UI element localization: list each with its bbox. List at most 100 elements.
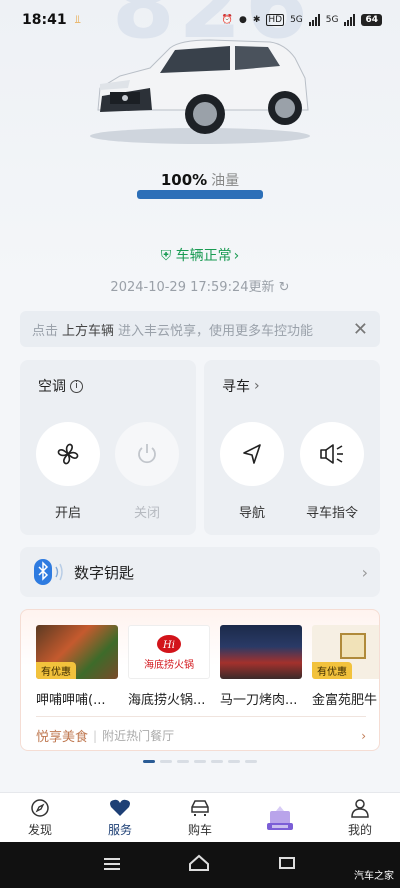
hd-icon: HD <box>266 14 285 26</box>
food-footer-link[interactable]: 悦享美食 | 附近热门餐厅 › <box>36 726 366 746</box>
food-item[interactable]: Hi 海底捞火锅 海底捞火锅... <box>128 625 210 708</box>
tip-highlight: 上方车辆 <box>62 323 115 339</box>
tab-discover[interactable]: 发现 <box>0 793 80 842</box>
navigation-arrow-icon <box>243 444 261 464</box>
ac-on-label: 开启 <box>54 506 81 521</box>
food-image: 有优惠 <box>312 625 379 679</box>
fuel-value: 100% <box>160 171 208 189</box>
food-name: 马一刀烤肉... <box>220 693 298 708</box>
chevron-right-icon: › <box>361 728 366 743</box>
signal-icon <box>308 14 320 26</box>
food-item[interactable]: 有优惠 呷哺呷哺(... <box>36 625 118 708</box>
coupon-badge: 有优惠 <box>312 662 352 679</box>
digital-key-row[interactable]: 数字钥匙 › <box>20 547 380 597</box>
alarm-icon: ⏰ <box>221 15 233 25</box>
navigate-label: 导航 <box>238 506 265 521</box>
refresh-icon[interactable]: ↻ <box>279 280 290 295</box>
fuel-bar-fill <box>137 190 263 199</box>
navigate-button[interactable] <box>220 422 284 486</box>
food-image: Hi 海底捞火锅 <box>128 625 210 679</box>
ac-title: 空调 <box>38 379 66 395</box>
food-recommendation-card: 有优惠 呷哺呷哺(... Hi 海底捞火锅 海底捞火锅... 马一刀烤肉... … <box>20 609 380 751</box>
ac-on-button[interactable] <box>36 422 100 486</box>
food-image: 有优惠 <box>36 625 118 679</box>
fuel-readout: 100% 油量 <box>0 170 400 190</box>
signal-icon-2 <box>344 14 356 26</box>
tab-label: 发现 <box>27 823 52 837</box>
chevron-right-icon: › <box>361 562 368 582</box>
home-icon[interactable] <box>188 854 210 876</box>
tab-label: 购车 <box>187 823 212 837</box>
divider <box>36 716 366 717</box>
battery-indicator: 64 <box>361 14 382 26</box>
bluetooth-icon: ✱ <box>252 15 261 25</box>
coupon-badge: 有优惠 <box>36 662 76 679</box>
horn-icon <box>320 444 343 464</box>
location-icon: ● <box>238 15 247 25</box>
carousel-dot[interactable] <box>211 760 223 763</box>
food-name: 海底捞火锅... <box>128 693 206 708</box>
shield-check-icon: ⛨ <box>160 248 172 264</box>
update-time: 2024-10-29 17:59:24 <box>110 280 249 295</box>
tab-service[interactable]: 服务 <box>80 793 160 842</box>
carousel-dot[interactable] <box>160 760 172 763</box>
food-section-title: 悦享美食 <box>36 730 89 745</box>
tab-buy-car[interactable]: 购车 <box>160 793 240 842</box>
fan-icon <box>57 443 79 465</box>
find-car-command-control[interactable]: 寻车指令 <box>300 422 364 521</box>
network-type-1: 5G <box>290 15 303 25</box>
carousel-dot[interactable] <box>143 760 155 763</box>
food-item[interactable]: 有优惠 金富苑肥牛 <box>312 625 379 708</box>
food-name: 金富苑肥牛 <box>312 693 378 708</box>
find-car-command-label: 寻车指令 <box>305 506 358 521</box>
network-type-2: 5G <box>325 15 339 25</box>
ac-on-control[interactable]: 开启 <box>36 422 100 521</box>
tab-promotion[interactable] <box>240 793 320 842</box>
digital-key-label: 数字钥匙 <box>74 563 135 582</box>
bottom-tab-bar: 发现 服务 购车 我的 <box>0 792 400 842</box>
haidilao-logo-text: 海底捞火锅 <box>144 659 194 671</box>
tab-label: 我的 <box>347 823 372 837</box>
menu-icon[interactable] <box>103 856 121 875</box>
chevron-right-icon: › <box>233 248 240 264</box>
navigate-control[interactable]: 导航 <box>220 422 284 521</box>
carousel-dot[interactable] <box>177 760 189 763</box>
find-car-title-row[interactable]: 寻车 › <box>222 376 260 396</box>
food-name: 呷哺呷哺(... <box>36 693 106 708</box>
control-tip-banner: 点击 上方车辆 进入丰云悦享，使用更多车控功能 ✕ <box>20 311 380 347</box>
svg-text:Hi: Hi <box>162 640 175 651</box>
find-car-command-button[interactable] <box>300 422 364 486</box>
app-logo-icon: ⫫ <box>74 13 81 26</box>
info-icon[interactable]: i <box>70 379 83 393</box>
bluetooth-key-icon <box>34 559 63 585</box>
carousel-dot[interactable] <box>245 760 257 763</box>
tip-suffix: 进入丰云悦享，使用更多车控功能 <box>118 323 314 339</box>
tab-mine[interactable]: 我的 <box>320 793 400 842</box>
carousel-dot[interactable] <box>194 760 206 763</box>
heart-icon <box>108 797 132 819</box>
food-item[interactable]: 马一刀烤肉... <box>220 625 302 708</box>
watermark: 汽车之家 <box>354 871 394 882</box>
ac-off-control[interactable]: 关闭 <box>115 422 179 521</box>
gift-box-icon <box>263 801 297 835</box>
car-icon <box>188 797 212 819</box>
fuel-bar <box>137 190 263 199</box>
tab-label: 服务 <box>107 823 132 837</box>
system-nav-bar: 汽车之家 <box>0 842 400 888</box>
separator: | <box>93 728 98 743</box>
chevron-right-icon: › <box>254 378 260 394</box>
food-list: 有优惠 呷哺呷哺(... Hi 海底捞火锅 海底捞火锅... 马一刀烤肉... … <box>36 625 379 708</box>
carousel-dot[interactable] <box>228 760 240 763</box>
back-icon[interactable] <box>277 855 297 875</box>
find-car-card: 寻车 › 导航 寻车指令 <box>204 360 380 535</box>
jinfuyuan-logo-icon <box>340 633 366 659</box>
ac-off-button[interactable] <box>115 422 179 486</box>
ac-title-row[interactable]: 空调 i <box>38 376 83 396</box>
vehicle-status-link[interactable]: ⛨ 车辆正常 › <box>0 245 400 265</box>
vehicle-status-text: 车辆正常 <box>175 248 232 264</box>
update-suffix: 更新 <box>248 280 275 295</box>
haidilao-logo-icon: Hi <box>157 634 181 653</box>
update-time-row: 2024-10-29 17:59:24更新 ↻ <box>0 276 400 295</box>
ac-card: 空调 i 开启 关闭 <box>20 360 196 535</box>
close-icon[interactable]: ✕ <box>353 319 368 340</box>
